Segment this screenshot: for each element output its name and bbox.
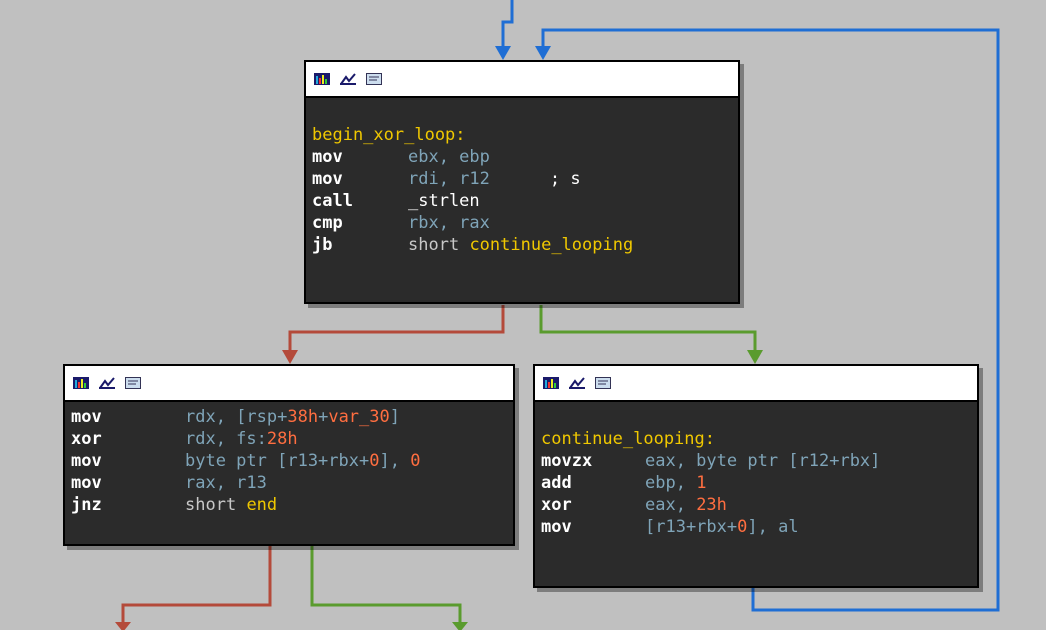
mnemonic: add xyxy=(541,473,572,493)
operand: ebp, xyxy=(645,473,697,493)
block-continue-looping[interactable]: continue_looping: movzx eax, byte ptr [r1… xyxy=(533,364,979,588)
asm-line[interactable]: xor rdx, fs:28h xyxy=(71,428,507,450)
graph-edit-icon[interactable] xyxy=(99,377,115,389)
block-body: continue_looping: movzx eax, byte ptr [r1… xyxy=(535,402,977,542)
mnemonic: mov xyxy=(71,473,102,493)
immediate: 38h xyxy=(287,407,319,427)
asm-line[interactable]: movzx eax, byte ptr [r12+rbx] xyxy=(541,450,971,472)
block-body: mov rdx, [rsp+38h+var_30] xor rdx, fs:28h … xyxy=(65,402,513,520)
operands: _strlen xyxy=(408,191,480,211)
operand: eax, byte ptr [r12+rbx] xyxy=(645,451,881,471)
operand: rdx, fs: xyxy=(185,429,267,449)
block-begin-xor-loop[interactable]: begin_xor_loop: mov ebx, ebp mov rdi, r12;… xyxy=(304,60,740,304)
immediate: 0 xyxy=(410,451,421,471)
immediate: 0 xyxy=(737,517,748,537)
block-header xyxy=(65,366,513,402)
block-header xyxy=(535,366,977,402)
mnemonic: mov xyxy=(71,407,102,427)
immediate: 0 xyxy=(369,451,380,471)
block-exit-check[interactable]: mov rdx, [rsp+38h+var_30] xor rdx, fs:28h … xyxy=(63,364,515,546)
immediate: 1 xyxy=(696,473,707,493)
operand: [r13+rbx+ xyxy=(645,517,738,537)
graph-edit-icon[interactable] xyxy=(340,73,356,85)
asm-line[interactable]: mov byte ptr [r13+rbx+0], 0 xyxy=(71,450,507,472)
operand: eax, xyxy=(645,495,697,515)
operands: ebx, ebp xyxy=(408,147,490,167)
block-header xyxy=(306,62,738,98)
comment: ; s xyxy=(549,169,581,189)
graph-color-icon[interactable] xyxy=(314,73,330,85)
asm-line[interactable]: jnz short end xyxy=(71,494,507,516)
asm-line[interactable]: mov rax, r13 xyxy=(71,472,507,494)
graph-color-icon[interactable] xyxy=(543,377,559,389)
operands: rdi, r12 xyxy=(408,169,490,189)
operand: ], al xyxy=(747,517,799,537)
label-begin-xor-loop[interactable]: begin_xor_loop: xyxy=(312,124,732,146)
operand: rax, r13 xyxy=(185,473,267,493)
asm-line[interactable]: jb short continue_looping xyxy=(312,234,732,256)
graph-color-icon[interactable] xyxy=(73,377,89,389)
operand: byte ptr [r13+rbx+ xyxy=(185,451,370,471)
operand: ] xyxy=(389,407,400,427)
mnemonic: call xyxy=(312,191,353,211)
asm-line[interactable]: call _strlen xyxy=(312,190,732,212)
mnemonic: mov xyxy=(541,517,572,537)
asm-line[interactable]: mov rdx, [rsp+38h+var_30] xyxy=(71,406,507,428)
asm-line[interactable]: xor eax, 23h xyxy=(541,494,971,516)
mnemonic: xor xyxy=(541,495,572,515)
graph-text-icon[interactable] xyxy=(125,377,141,389)
asm-line[interactable]: mov rdi, r12 ; s xyxy=(312,168,732,190)
immediate: 28h xyxy=(266,429,298,449)
graph-edit-icon[interactable] xyxy=(569,377,585,389)
stack-var[interactable]: var_30 xyxy=(328,407,389,427)
immediate: 23h xyxy=(696,495,727,515)
jump-prefix: short xyxy=(408,235,460,255)
mnemonic: mov xyxy=(312,169,343,189)
graph-text-icon[interactable] xyxy=(366,73,382,85)
mnemonic: movzx xyxy=(541,451,593,471)
operand: ], xyxy=(379,451,411,471)
jump-prefix: short xyxy=(185,495,237,515)
mnemonic: xor xyxy=(71,429,102,449)
graph-text-icon[interactable] xyxy=(595,377,611,389)
asm-line[interactable]: cmp rbx, rax xyxy=(312,212,732,234)
mnemonic: jb xyxy=(312,235,333,255)
mnemonic: mov xyxy=(312,147,343,167)
mnemonic: mov xyxy=(71,451,102,471)
operand: rdx, [rsp+ xyxy=(185,407,288,427)
jump-target-continue-looping[interactable]: continue_looping xyxy=(469,235,633,255)
label-continue-looping[interactable]: continue_looping: xyxy=(541,428,971,450)
mnemonic: jnz xyxy=(71,495,102,515)
mnemonic: cmp xyxy=(312,213,343,233)
asm-line[interactable]: mov ebx, ebp xyxy=(312,146,732,168)
block-body: begin_xor_loop: mov ebx, ebp mov rdi, r12;… xyxy=(306,98,738,260)
operand: + xyxy=(318,407,329,427)
operands: rbx, rax xyxy=(408,213,490,233)
asm-line[interactable]: add ebp, 1 xyxy=(541,472,971,494)
jump-target-end[interactable]: end xyxy=(246,495,277,515)
asm-line[interactable]: mov [r13+rbx+0], al xyxy=(541,516,971,538)
